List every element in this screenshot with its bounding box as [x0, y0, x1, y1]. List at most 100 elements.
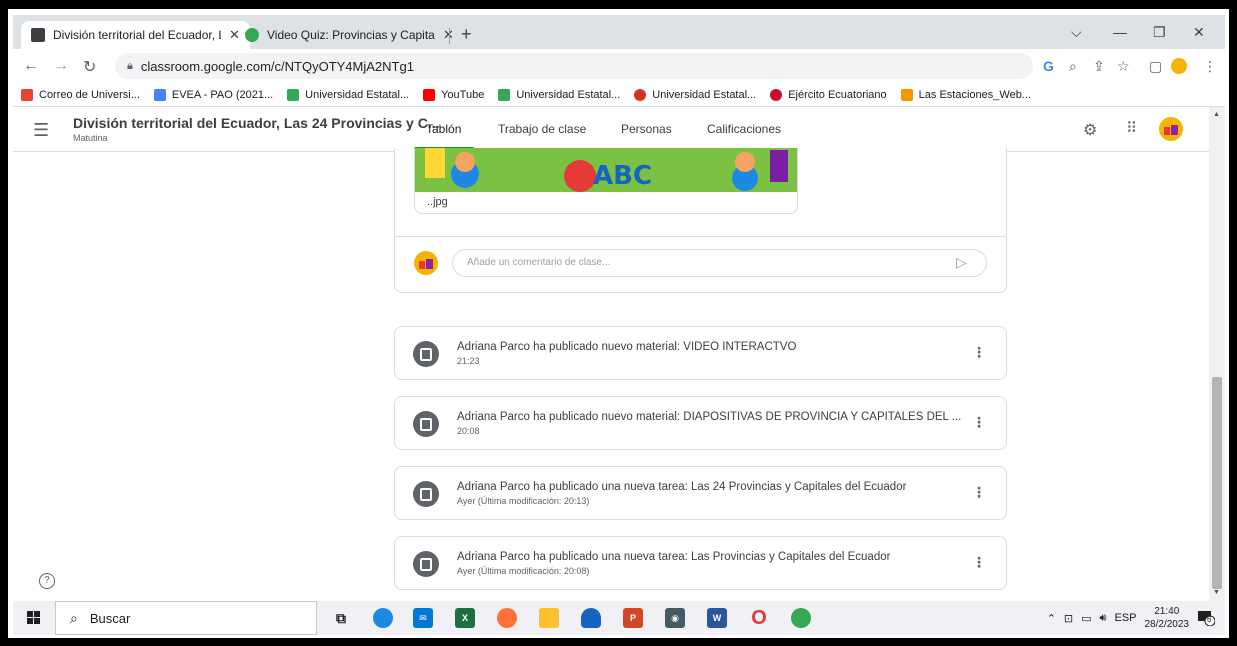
new-tab-button[interactable]: + — [461, 24, 472, 45]
bookmark-label: Universidad Estatal... — [652, 88, 757, 101]
attachment-filename: ..jpg — [427, 196, 448, 208]
tab-grades[interactable]: Calificaciones — [707, 122, 781, 136]
bookmark-item[interactable]: Universidad Estatal... — [634, 88, 757, 101]
avatar[interactable] — [1159, 117, 1183, 141]
army-icon — [770, 88, 783, 101]
post-title: Adriana Parco ha publicado nuevo materia… — [457, 341, 797, 353]
file-explorer-icon[interactable] — [539, 608, 559, 628]
hamburger-menu-icon[interactable]: ☰ — [33, 120, 49, 141]
kebab-menu-icon[interactable]: ⋮ — [1203, 58, 1217, 75]
scroll-down-icon[interactable]: ▼ — [1213, 589, 1220, 596]
language-indicator[interactable]: ESP — [1114, 612, 1136, 624]
scroll-up-icon[interactable]: ▲ — [1213, 111, 1220, 118]
divider — [395, 236, 1006, 237]
system-tray: ⌃ ⊡ ▭ 🔊︎ ESP 21:40 28/2/2023 6 — [1047, 601, 1216, 635]
assignment-icon — [413, 551, 439, 577]
university-icon — [634, 88, 647, 101]
bookmark-item[interactable]: Universidad Estatal... — [287, 88, 409, 101]
reload-icon[interactable]: ↻ — [83, 57, 96, 77]
bookmark-label: Universidad Estatal... — [516, 88, 621, 101]
notification-center-icon[interactable]: 6 — [1197, 610, 1216, 627]
stream-post[interactable]: Adriana Parco ha publicado nuevo materia… — [394, 396, 1007, 450]
bookmark-item[interactable]: EVEA - PAO (2021... — [153, 88, 273, 101]
word-icon[interactable]: W — [707, 608, 727, 628]
minimize-icon[interactable]: — — [1113, 24, 1127, 40]
close-window-icon[interactable]: ✕ — [1193, 24, 1205, 41]
attachment-thumbnail[interactable]: ABC ..jpg — [414, 148, 798, 214]
tab-search-icon[interactable]: ⌵ — [1071, 24, 1082, 41]
chevron-up-icon[interactable]: ⌃ — [1047, 612, 1056, 625]
share-icon[interactable]: ⇪ — [1093, 58, 1105, 75]
firefox-icon[interactable] — [497, 608, 517, 628]
stream-post[interactable]: Adriana Parco ha publicado una nueva tar… — [394, 536, 1007, 590]
clock[interactable]: 21:40 28/2/2023 — [1145, 605, 1190, 631]
bookmark-item[interactable]: Las Estaciones_Web... — [900, 88, 1031, 101]
google-lens-icon[interactable]: G — [1043, 58, 1054, 74]
apps-grid-icon[interactable]: ⠿ — [1126, 119, 1137, 137]
university-icon — [287, 88, 300, 101]
stream-post[interactable]: Adriana Parco ha publicado nuevo materia… — [394, 326, 1007, 380]
mail-icon[interactable]: ✉ — [413, 608, 433, 628]
edge-icon[interactable] — [373, 608, 393, 628]
gear-icon[interactable]: ⚙ — [1083, 120, 1097, 140]
taskbar-search[interactable]: ⌕ Buscar — [55, 601, 317, 635]
scroll-thumb[interactable] — [1212, 377, 1222, 589]
bookmark-item[interactable]: YouTube — [423, 88, 484, 101]
quiz-favicon-icon — [245, 28, 259, 42]
search-label: Buscar — [89, 610, 131, 626]
battery-icon[interactable]: ▭ — [1081, 612, 1091, 625]
opera-icon[interactable]: O — [749, 607, 769, 629]
send-icon[interactable]: ▷ — [956, 254, 967, 271]
tab-stream[interactable]: Tablón — [426, 122, 461, 136]
stream-post[interactable]: Adriana Parco ha publicado una nueva tar… — [394, 466, 1007, 520]
forward-arrow-icon[interactable]: → — [53, 57, 69, 75]
volume-icon[interactable]: 🔊︎ — [1100, 612, 1107, 625]
more-options-icon[interactable]: ⋮ — [972, 554, 986, 571]
class-title[interactable]: División territorial del Ecuador, Las 24… — [73, 115, 439, 131]
search-icon: ⌕ — [70, 609, 78, 626]
tab-classwork[interactable]: Trabajo de clase — [498, 122, 586, 136]
bookmarks-bar: Correo de Universi... EVEA - PAO (2021..… — [13, 83, 1225, 107]
tab-people[interactable]: Personas — [621, 122, 672, 136]
camera-icon[interactable]: ◉ — [665, 608, 685, 628]
bookmark-star-icon[interactable]: ☆ — [1117, 58, 1130, 75]
svg-text:ABC: ABC — [593, 161, 652, 191]
bookmark-item[interactable]: Correo de Universi... — [21, 88, 140, 101]
avatar — [414, 251, 438, 275]
task-view-icon[interactable]: ⧉ — [331, 608, 351, 628]
classroom-favicon-icon — [31, 28, 45, 42]
post-time: 21:23 — [457, 356, 480, 366]
more-options-icon[interactable]: ⋮ — [972, 484, 986, 501]
class-comment-input[interactable]: Añade un comentario de clase... — [452, 249, 987, 277]
notification-count: 6 — [1207, 615, 1212, 624]
side-panel-icon[interactable]: ▢ — [1149, 58, 1162, 75]
bookmark-label: Correo de Universi... — [39, 88, 140, 101]
zoom-icon[interactable]: ⌕ — [1069, 58, 1077, 75]
youtube-icon — [423, 88, 436, 101]
bookmark-label: Ejército Ecuatoriano — [788, 88, 887, 101]
headset-app-icon[interactable] — [581, 608, 601, 628]
screen: División territorial del Ecuador, L ✕ Vi… — [13, 15, 1225, 635]
browser-tab-active[interactable]: División territorial del Ecuador, L ✕ — [21, 21, 250, 49]
chrome-icon[interactable] — [791, 608, 811, 628]
excel-icon[interactable]: X — [455, 608, 475, 628]
bookmark-item[interactable]: Universidad Estatal... — [498, 88, 621, 101]
powerpoint-icon[interactable]: P — [623, 608, 643, 628]
more-options-icon[interactable]: ⋮ — [972, 344, 986, 361]
restore-icon[interactable]: ❐ — [1153, 24, 1166, 41]
browser-tab[interactable]: Video Quiz: Provincias y Capitale ✕ — [235, 21, 464, 49]
windows-start-icon[interactable] — [27, 611, 41, 625]
more-options-icon[interactable]: ⋮ — [972, 414, 986, 431]
help-icon[interactable]: ? — [39, 573, 55, 589]
university-icon — [498, 88, 511, 101]
browser-toolbar: ← → ↻ 🔒︎ classroom.google.com/c/NTQyOTY4… — [13, 49, 1225, 83]
post-title: Adriana Parco ha publicado una nueva tar… — [457, 481, 907, 493]
lock-icon: 🔒︎ — [127, 59, 133, 72]
address-bar[interactable]: 🔒︎ classroom.google.com/c/NTQyOTY4MjA2NT… — [115, 53, 1033, 79]
profile-avatar-icon[interactable] — [1171, 58, 1187, 74]
page-scrollbar[interactable]: ▲ ▼ — [1209, 107, 1225, 601]
network-icon[interactable]: ⊡ — [1064, 612, 1073, 625]
bookmark-item[interactable]: Ejército Ecuatoriano — [770, 88, 887, 101]
back-arrow-icon[interactable]: ← — [23, 57, 39, 75]
class-section: Matutina — [73, 133, 108, 143]
